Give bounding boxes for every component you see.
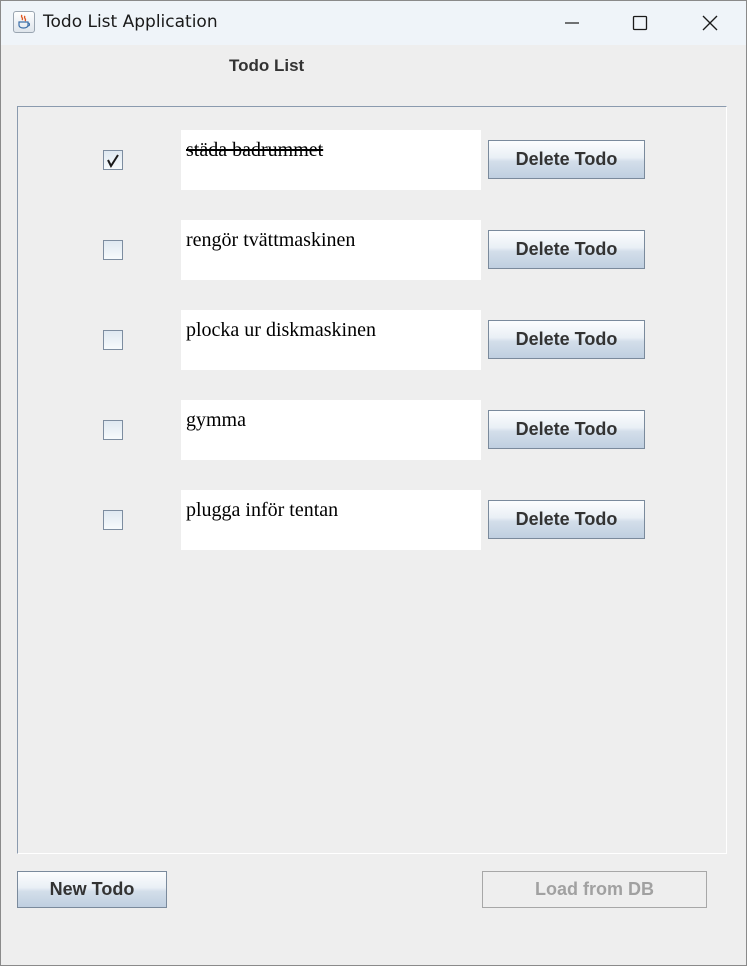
todo-text-field[interactable]: gymma (181, 400, 481, 460)
todo-done-checkbox[interactable] (103, 240, 123, 260)
checkmark-icon (107, 154, 119, 168)
load-from-db-button[interactable]: Load from DB (482, 871, 707, 908)
delete-todo-button[interactable]: Delete Todo (488, 500, 645, 539)
todo-row: plugga inför tentan Delete Todo (18, 490, 726, 550)
java-cup-icon[interactable] (13, 11, 35, 33)
window-title: Todo List Application (43, 12, 218, 32)
delete-todo-button[interactable]: Delete Todo (488, 410, 645, 449)
page-title: Todo List (229, 56, 305, 75)
minimize-button[interactable] (549, 1, 595, 45)
title-bar[interactable]: Todo List Application (1, 1, 746, 45)
delete-todo-button[interactable]: Delete Todo (488, 230, 645, 269)
close-button[interactable] (687, 1, 733, 45)
delete-todo-button[interactable]: Delete Todo (488, 320, 645, 359)
app-window: Todo List Application Todo List städa ba… (0, 0, 747, 966)
todo-done-checkbox[interactable] (103, 330, 123, 350)
todo-text-field[interactable]: plugga inför tentan (181, 490, 481, 550)
todo-row: städa badrummet Delete Todo (18, 130, 726, 190)
maximize-button[interactable] (617, 1, 663, 45)
todo-done-checkbox[interactable] (103, 150, 123, 170)
todo-row: rengör tvättmaskinen Delete Todo (18, 220, 726, 280)
delete-todo-button[interactable]: Delete Todo (488, 140, 645, 179)
minimize-icon (565, 22, 579, 24)
todo-text-field[interactable]: plocka ur diskmaskinen (181, 310, 481, 370)
new-todo-button[interactable]: New Todo (17, 871, 167, 908)
maximize-icon (632, 15, 648, 31)
todo-done-checkbox[interactable] (103, 510, 123, 530)
close-icon (702, 15, 718, 31)
todo-list-panel: städa badrummet Delete Todo rengör tvätt… (17, 106, 727, 854)
todo-row: plocka ur diskmaskinen Delete Todo (18, 310, 726, 370)
todo-done-checkbox[interactable] (103, 420, 123, 440)
todo-text-field[interactable]: städa badrummet (181, 130, 481, 190)
todo-text-field[interactable]: rengör tvättmaskinen (181, 220, 481, 280)
todo-row: gymma Delete Todo (18, 400, 726, 460)
